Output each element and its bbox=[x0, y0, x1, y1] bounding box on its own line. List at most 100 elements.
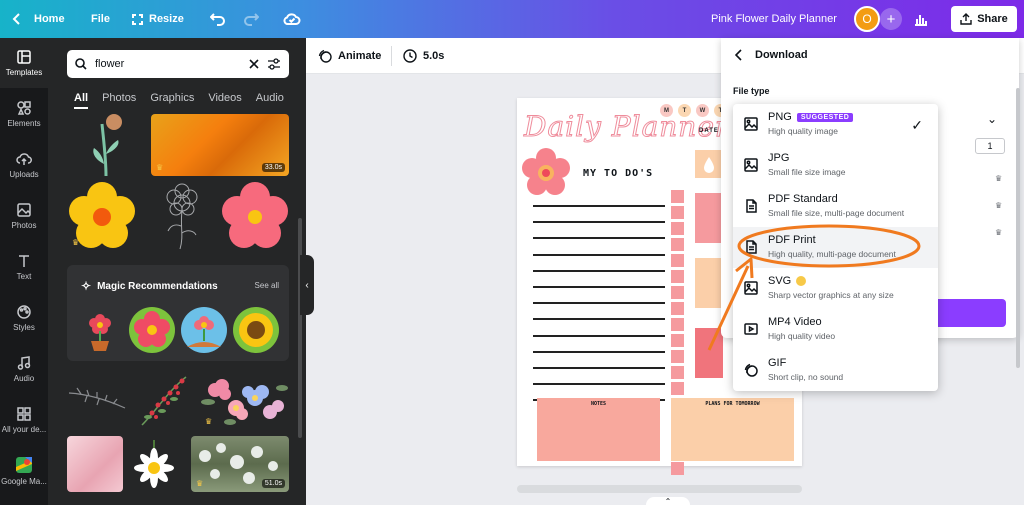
rail-item-all-designs[interactable]: All your de... bbox=[0, 395, 48, 445]
rail-item-audio[interactable]: Audio bbox=[0, 344, 48, 394]
resize-button[interactable]: Resize bbox=[132, 0, 184, 38]
canvas-scrollbar[interactable] bbox=[517, 485, 802, 493]
sparkle-icon: ✧ bbox=[81, 279, 92, 293]
rail-item-text[interactable]: Text bbox=[0, 242, 48, 292]
panel-scrollbar[interactable] bbox=[298, 218, 302, 438]
share-button[interactable]: Share bbox=[951, 6, 1017, 32]
resize-label: Resize bbox=[149, 13, 184, 25]
graphic-tulip-sketch[interactable] bbox=[84, 114, 134, 176]
option-description: Sharp vector graphics at any size bbox=[768, 290, 894, 300]
file-label: File bbox=[91, 13, 110, 25]
notes-label: NOTES bbox=[590, 401, 607, 407]
notes-box[interactable]: NOTES bbox=[537, 398, 660, 461]
graphic-yellow-flower[interactable]: ♛ bbox=[67, 181, 137, 251]
tab-videos[interactable]: Videos bbox=[208, 92, 241, 109]
user-avatar[interactable]: O bbox=[854, 6, 880, 32]
tab-photos[interactable]: Photos bbox=[102, 92, 136, 109]
graphic-daisy[interactable] bbox=[132, 436, 176, 492]
file-type-option-gif[interactable]: GIF Short clip, no sound bbox=[733, 350, 938, 391]
audio-icon bbox=[17, 355, 31, 370]
quantity-input[interactable]: 1 bbox=[975, 138, 1005, 154]
option-description: High quality video bbox=[768, 331, 836, 341]
home-button[interactable]: Home bbox=[12, 0, 65, 38]
graphic-pink-flower[interactable] bbox=[220, 181, 290, 251]
plans-label: PLANS FOR TOMORROW bbox=[705, 401, 760, 407]
file-type-option-mp4[interactable]: MP4 Video High quality video bbox=[733, 309, 938, 350]
file-type-option-png[interactable]: PNG SUGGESTED High quality image ✓ bbox=[733, 104, 938, 145]
pink-flower-graphic bbox=[222, 182, 288, 248]
tab-audio[interactable]: Audio bbox=[256, 92, 284, 109]
rail-item-photos[interactable]: Photos bbox=[0, 191, 48, 241]
todo-lines[interactable] bbox=[533, 205, 665, 415]
file-type-option-jpg[interactable]: JPG Small file size image bbox=[733, 145, 938, 186]
file-type-option-svg[interactable]: SVG Sharp vector graphics at any size bbox=[733, 268, 938, 309]
undo-icon bbox=[210, 13, 225, 26]
redo-button[interactable] bbox=[243, 0, 259, 38]
drop-box[interactable] bbox=[695, 150, 723, 178]
video-orange-flowers[interactable]: ♛ 33.0s bbox=[151, 114, 289, 176]
magic-recommendations-card: ✧ Magic Recommendations See all bbox=[67, 265, 289, 361]
graphic-sketch-flower[interactable] bbox=[154, 181, 210, 251]
file-type-select-chevron-icon[interactable]: ⌄ bbox=[987, 112, 997, 126]
recommendation-sunflower[interactable] bbox=[233, 307, 279, 353]
rail-label: Google Ma... bbox=[1, 476, 47, 486]
weekday-m[interactable]: M bbox=[660, 104, 673, 117]
todo-title[interactable]: MY TO DO'S bbox=[583, 168, 653, 179]
pink-flower-decoration[interactable] bbox=[520, 147, 572, 199]
invite-plus-button[interactable]: + bbox=[880, 8, 902, 30]
photo-cherry-blossom[interactable] bbox=[67, 436, 123, 492]
design-title[interactable]: Pink Flower Daily Planner bbox=[711, 0, 837, 38]
download-header: Download bbox=[735, 49, 808, 61]
show-pages-button[interactable]: ⌃ bbox=[646, 497, 690, 505]
magic-recommendations-title: ✧ Magic Recommendations bbox=[81, 279, 218, 293]
graphic-red-berry-branch[interactable] bbox=[138, 371, 190, 429]
duration-button[interactable]: 5.0s bbox=[403, 38, 444, 74]
undo-button[interactable] bbox=[210, 0, 226, 38]
document-icon bbox=[746, 240, 757, 254]
file-type-option-pdf-print[interactable]: PDF Print High quality, multi-page docum… bbox=[733, 227, 938, 268]
rail-item-elements[interactable]: Elements bbox=[0, 89, 48, 139]
search-box[interactable]: flower bbox=[67, 50, 289, 78]
elements-panel: flower All Photos Graphics Videos Audio … bbox=[48, 38, 306, 505]
gif-icon bbox=[744, 363, 758, 377]
file-menu-button[interactable]: File bbox=[91, 0, 110, 38]
filter-sliders-icon[interactable] bbox=[267, 58, 281, 70]
video-white-flowers[interactable]: ♛ 51.0s bbox=[191, 436, 289, 492]
rail-item-templates[interactable]: Templates bbox=[0, 38, 48, 88]
insights-button[interactable] bbox=[914, 0, 928, 38]
search-tabs: All Photos Graphics Videos Audio bbox=[74, 92, 284, 109]
recommendation-flower-sky[interactable] bbox=[181, 307, 227, 353]
recommendation-red-flower[interactable] bbox=[129, 307, 175, 353]
graphic-watercolor-bouquet[interactable]: ♛ bbox=[200, 368, 290, 430]
search-input[interactable]: flower bbox=[95, 58, 241, 70]
date-label[interactable]: DATE bbox=[699, 128, 719, 134]
tab-all[interactable]: All bbox=[74, 92, 89, 109]
back-chevron-icon[interactable] bbox=[735, 49, 743, 61]
rail-label: Photos bbox=[11, 220, 37, 230]
image-icon bbox=[744, 158, 758, 172]
download-panel-scrollbar[interactable] bbox=[1016, 88, 1020, 368]
weekday-w[interactable]: W bbox=[696, 104, 709, 117]
tracker-box-2[interactable] bbox=[695, 258, 723, 308]
option-name: MP4 Video bbox=[768, 316, 822, 328]
animate-button[interactable]: Animate bbox=[318, 38, 381, 74]
rail-item-styles[interactable]: Styles bbox=[0, 293, 48, 343]
cloud-save-button[interactable] bbox=[283, 0, 301, 38]
plans-box[interactable]: PLANS FOR TOMORROW bbox=[671, 398, 794, 461]
graphic-branch-sketch[interactable] bbox=[67, 378, 127, 423]
rail-item-google-maps[interactable]: Google Ma... bbox=[0, 446, 48, 496]
pro-crown-icon bbox=[796, 276, 807, 286]
see-all-link[interactable]: See all bbox=[255, 281, 279, 290]
collapse-panel-button[interactable]: ‹ bbox=[300, 255, 314, 315]
file-type-option-pdf-standard[interactable]: PDF Standard Small file size, multi-page… bbox=[733, 186, 938, 227]
image-icon bbox=[744, 117, 758, 131]
download-button[interactable] bbox=[931, 299, 1006, 327]
weekday-t[interactable]: T bbox=[678, 104, 691, 117]
clear-search-icon[interactable] bbox=[249, 59, 259, 69]
plus-icon: + bbox=[886, 10, 896, 28]
tracker-box-1[interactable] bbox=[695, 193, 723, 243]
tab-graphics[interactable]: Graphics bbox=[150, 92, 194, 109]
tracker-box-3[interactable] bbox=[695, 328, 723, 378]
rail-item-uploads[interactable]: Uploads bbox=[0, 140, 48, 190]
recommendation-potted-flower[interactable] bbox=[77, 307, 123, 353]
